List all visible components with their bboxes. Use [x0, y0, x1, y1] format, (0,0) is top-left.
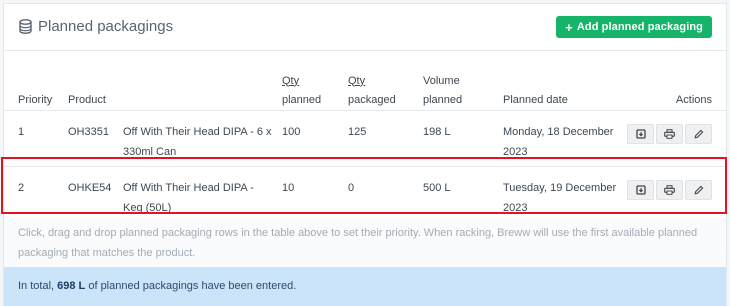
col-qty-packaged-abbr: Qty — [348, 74, 366, 87]
print-icon — [664, 128, 675, 139]
col-priority: Priority — [18, 93, 53, 106]
col-actions: Actions — [675, 93, 712, 106]
table-row[interactable]: 1 OH3351 Off With Their Head DIPA - 6 x … — [4, 110, 726, 166]
col-qty-packaged: Qty packaged — [348, 52, 423, 110]
col-volume-planned: Volume planned — [423, 52, 503, 110]
edit-icon — [693, 129, 703, 139]
row-priority: 1 — [18, 125, 25, 138]
plus-icon: + — [565, 19, 573, 35]
table-row[interactable]: 2 OHKE54 Off With Their Head DIPA - Keg … — [4, 166, 726, 222]
row-qty-planned: 10 — [282, 181, 295, 194]
col-product-name — [123, 52, 282, 110]
col-volume-planned-label: planned — [423, 93, 463, 106]
edit-button[interactable] — [685, 123, 712, 144]
panel-header: Planned packagings + Add planned packagi… — [4, 4, 726, 51]
add-planned-packaging-label: Add planned packaging — [576, 21, 703, 33]
edit-icon — [693, 185, 703, 195]
print-icon — [664, 184, 675, 195]
col-planned-date: Planned date — [503, 93, 568, 106]
add-planned-packaging-button[interactable]: + Add planned packaging — [556, 16, 712, 38]
summary-suffix: of planned packagings have been entered. — [85, 280, 297, 292]
summary-total: 698 L — [57, 280, 86, 292]
edit-button[interactable] — [685, 179, 712, 200]
row-planned-date: Tuesday, 19 December 2023 — [503, 181, 617, 214]
print-button[interactable] — [656, 123, 683, 144]
print-button[interactable] — [656, 179, 683, 200]
col-product: Product — [68, 93, 106, 106]
database-icon — [19, 19, 32, 34]
col-volume-label: Volume — [423, 74, 460, 87]
row-product-name: Off With Their Head DIPA - Keg (50L) — [123, 181, 254, 214]
row-actions — [623, 110, 726, 166]
archive-button[interactable] — [627, 123, 654, 144]
row-planned-date: Monday, 18 December 2023 — [503, 125, 614, 158]
row-product-code: OHKE54 — [68, 181, 112, 194]
row-product-name: Off With Their Head DIPA - 6 x 330ml Can — [123, 125, 272, 158]
archive-button[interactable] — [627, 179, 654, 200]
planned-packagings-table: Priority Product Qty planned Qty package… — [4, 52, 726, 223]
row-priority: 2 — [18, 181, 25, 194]
row-qty-planned: 100 — [282, 125, 301, 138]
row-qty-packaged: 125 — [348, 125, 367, 138]
row-qty-packaged: 0 — [348, 181, 355, 194]
row-actions — [623, 166, 726, 222]
archive-icon — [635, 128, 646, 139]
row-volume: 198 L — [423, 125, 451, 138]
col-qty-packaged-label: packaged — [348, 93, 396, 106]
page-title-text: Planned packagings — [38, 18, 174, 35]
planned-packagings-panel: Planned packagings + Add planned packagi… — [3, 3, 727, 306]
table-header-row: Priority Product Qty planned Qty package… — [4, 52, 726, 110]
page-title: Planned packagings — [19, 18, 173, 35]
col-qty-planned: Qty planned — [282, 52, 348, 110]
col-qty-planned-label: planned — [282, 93, 322, 106]
total-summary-alert: In total, 698 L of planned packagings ha… — [4, 267, 726, 306]
priority-hint-text: Click, drag and drop planned packaging r… — [18, 227, 698, 259]
archive-icon — [635, 184, 646, 195]
row-product-code: OH3351 — [68, 125, 109, 138]
summary-prefix: In total, — [18, 280, 58, 292]
col-qty-planned-abbr: Qty — [282, 74, 300, 87]
row-volume: 500 L — [423, 181, 451, 194]
